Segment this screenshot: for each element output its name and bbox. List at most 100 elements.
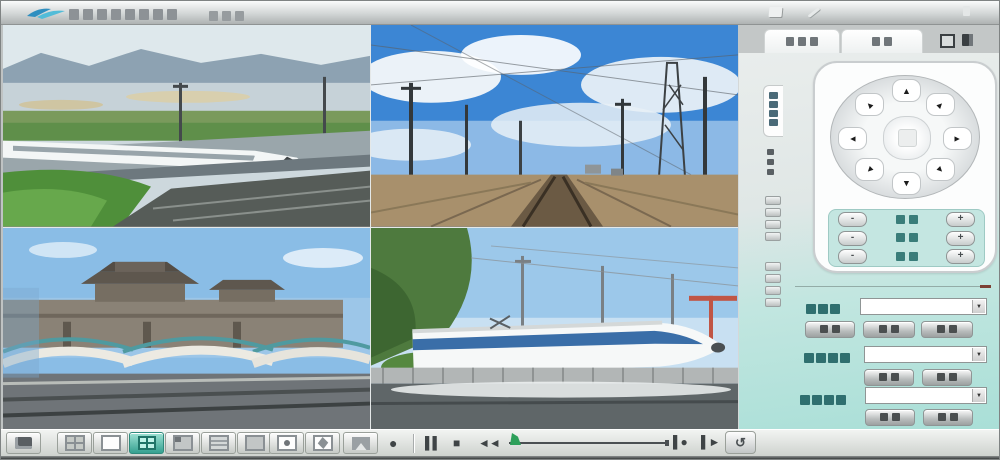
ptz-left-button[interactable]: ▲ — [838, 127, 867, 150]
split-4-gray-button[interactable] — [57, 432, 92, 454]
glyph-block — [69, 9, 79, 20]
zoom-out-button[interactable]: - — [838, 212, 867, 227]
rewind-button[interactable]: ◄◄ — [478, 434, 500, 452]
window-title — [67, 6, 179, 24]
panel-tab-bar — [738, 25, 1000, 53]
stop-button[interactable]: ■ — [453, 434, 459, 452]
zoom-in-button[interactable]: + — [946, 212, 975, 227]
preset-call-button[interactable] — [863, 321, 915, 338]
glyph-block — [769, 92, 778, 99]
cruise-combobox[interactable]: ▼ — [864, 346, 987, 363]
record-frame-button[interactable] — [269, 432, 304, 454]
video-tile-3[interactable] — [3, 228, 370, 430]
ptz-up-left-button[interactable]: ▲ — [855, 93, 884, 116]
picture-button[interactable] — [343, 432, 378, 454]
video-tile-2[interactable] — [371, 25, 738, 227]
focus-row: - + — [829, 229, 984, 247]
glyph-block — [950, 413, 958, 421]
cruise-start-button[interactable] — [864, 369, 914, 386]
tab-preset-settings[interactable] — [841, 29, 923, 53]
tab-ptz-control[interactable] — [764, 29, 840, 53]
cruise-label — [803, 349, 851, 367]
split-1-plus-5-button[interactable] — [165, 432, 200, 454]
glyph-block — [222, 11, 231, 21]
monitor-button[interactable] — [6, 432, 41, 454]
preset-set-button[interactable] — [805, 321, 855, 338]
iris-close-button[interactable]: - — [838, 249, 867, 264]
layout-1-plus-5-icon — [173, 435, 193, 451]
glyph-block — [800, 395, 810, 405]
preset-delete-button[interactable] — [921, 321, 973, 338]
record-frame-icon — [277, 435, 297, 451]
ptz-up-right-button[interactable]: ▲ — [926, 93, 955, 116]
app-window: ▲ ▲ ▲ ▲ ▲ ▲ ▲ ▲ - + — [0, 0, 1000, 460]
glyph-block — [765, 274, 781, 283]
split-9-button[interactable] — [201, 432, 236, 454]
ptz-center-home-button[interactable] — [883, 116, 931, 160]
glyph-block — [892, 413, 900, 421]
split-4-button-active[interactable] — [129, 432, 164, 454]
focus-near-button[interactable]: - — [838, 231, 867, 246]
chevron-down-icon[interactable]: ▼ — [972, 348, 985, 361]
preset-combobox[interactable]: ▼ — [860, 298, 987, 315]
page-icon[interactable] — [940, 34, 955, 48]
track-combobox[interactable]: ▼ — [865, 387, 987, 404]
replay-button[interactable]: ↺ — [725, 431, 756, 454]
track-start-button[interactable] — [865, 409, 915, 426]
cruise-stop-button[interactable] — [922, 369, 972, 386]
glyph-block — [786, 37, 794, 46]
track-stop-button[interactable] — [923, 409, 973, 426]
ptz-right-button[interactable]: ▲ — [943, 127, 972, 150]
glyph-block — [830, 304, 840, 314]
play-button[interactable]: ▌► — [701, 433, 719, 451]
preset-set-label — [818, 321, 842, 339]
pen-icon[interactable] — [808, 7, 821, 18]
step-button[interactable]: ▌● — [673, 433, 687, 451]
glyph-block — [83, 9, 93, 20]
chevron-down-icon[interactable]: ▼ — [972, 389, 985, 402]
glyph-block — [909, 252, 918, 261]
pause-button[interactable]: ▌▌ — [425, 434, 440, 452]
side-tab-group-2[interactable] — [765, 259, 781, 310]
ptz-down-left-button[interactable]: ▲ — [855, 158, 884, 181]
toolbar-separator — [413, 434, 414, 453]
glyph-block — [879, 325, 887, 333]
side-tab-cruise[interactable] — [767, 145, 774, 179]
ptz-dpad: ▲ ▲ ▲ ▲ ▲ ▲ ▲ ▲ — [830, 75, 980, 199]
ptz-down-button[interactable]: ▲ — [892, 172, 921, 195]
split-1-button[interactable] — [93, 432, 128, 454]
glyph-block — [804, 353, 814, 363]
glyph-block — [209, 11, 218, 21]
glyph-block — [765, 262, 781, 271]
glyph-block — [840, 353, 850, 363]
glyph-block — [836, 395, 846, 405]
glyph-block — [872, 37, 880, 46]
focus-label — [894, 229, 920, 247]
book-icon[interactable] — [962, 34, 973, 46]
glyph-block — [879, 373, 887, 381]
glyph-block — [909, 233, 918, 242]
picture-icon — [352, 437, 370, 450]
ptz-up-button[interactable]: ▲ — [892, 79, 921, 102]
iris-open-button[interactable]: + — [946, 249, 975, 264]
flag-icon[interactable] — [768, 7, 782, 17]
chevron-down-icon[interactable]: ▼ — [972, 300, 985, 313]
snapshot-button[interactable] — [305, 432, 340, 454]
seek-slider-track[interactable] — [509, 442, 667, 444]
arrow-right-icon: ▲ — [952, 134, 962, 143]
slider-end-tick — [665, 440, 669, 446]
ptz-down-right-button[interactable]: ▲ — [926, 158, 955, 181]
glyph-block — [765, 286, 781, 295]
video-tile-4[interactable] — [371, 228, 738, 430]
split-16-button[interactable] — [237, 432, 272, 454]
video-tile-1[interactable] — [3, 25, 370, 227]
side-tab-ptz[interactable] — [763, 85, 783, 137]
side-tab-group-1[interactable] — [765, 193, 781, 244]
glyph-block — [769, 119, 778, 126]
focus-far-button[interactable]: + — [946, 231, 975, 246]
window-bottom-edge — [1, 456, 999, 460]
glyph-block — [937, 373, 945, 381]
record-button[interactable]: ● — [389, 434, 396, 452]
panel-content: ▲ ▲ ▲ ▲ ▲ ▲ ▲ ▲ - + — [738, 53, 1000, 429]
glyph-block — [167, 9, 177, 20]
